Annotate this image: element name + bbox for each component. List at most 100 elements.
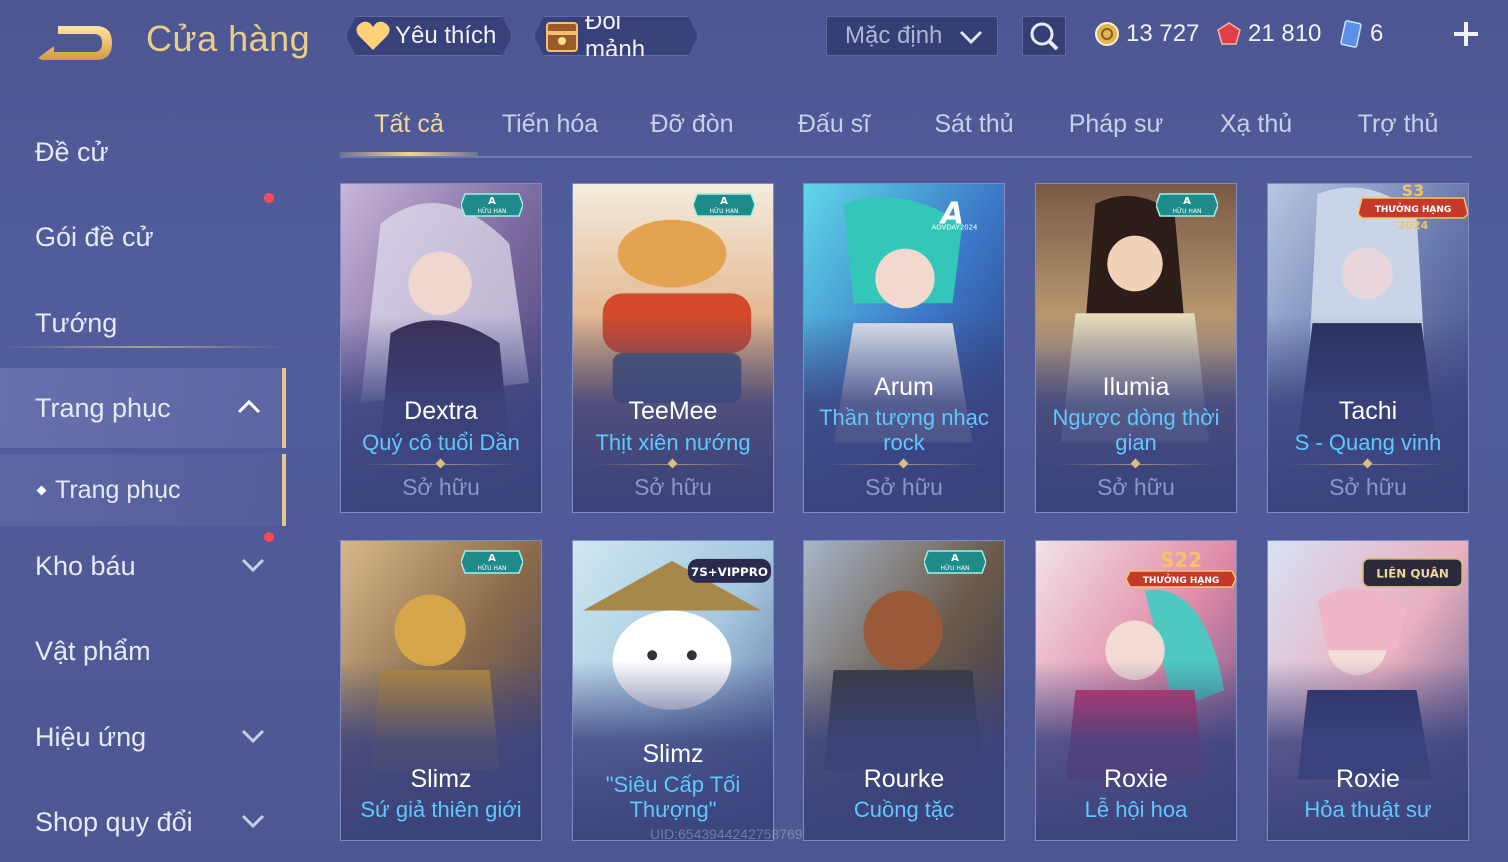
badge-label: HỮU HẠN — [477, 565, 506, 572]
skin-name: Hỏa thuật sư — [1304, 797, 1432, 822]
skin-card[interactable]: 7S+VIPPRO Slimz "Siêu Cấp Tối Thượng" — [572, 540, 774, 841]
skin-name: Thần tượng nhạc rock — [819, 405, 989, 455]
gem-amount: 21 810 — [1248, 20, 1322, 47]
hero-name: Tachi — [1338, 397, 1398, 425]
gold-amount: 13 727 — [1126, 20, 1200, 47]
skin-card[interactable]: A HỮU HẠN Dextra Quý cô tuổi Dần Sở hữu — [340, 183, 542, 513]
uid-watermark: UID:6543944242758769 — [650, 826, 803, 842]
sidebar-item-skins[interactable]: Trang phục — [0, 368, 286, 448]
divider — [361, 464, 521, 465]
skin-card[interactable]: A HỮU HẠN TeeMee Thịt xiên nướng Sở hữu — [572, 183, 774, 513]
tab-evolution[interactable]: Tiến hóa — [480, 110, 620, 139]
sidebar-item-label: Vật phẩm — [35, 635, 151, 666]
chevron-down-icon — [241, 729, 265, 744]
tab-marksman[interactable]: Xạ thủ — [1186, 110, 1326, 139]
sidebar-item-label: Tướng — [35, 307, 118, 338]
skin-name: Sứ giả thiên giới — [360, 797, 522, 822]
sort-value: Mặc định — [845, 22, 943, 49]
season-rank-badge-icon: S3 THƯỞNG HẠNG 2024 — [1358, 184, 1468, 232]
sidebar-item-recommended-packs[interactable]: Gói đề cử — [0, 193, 286, 277]
hero-name: Dextra — [404, 397, 478, 425]
page-title: Cửa hàng — [146, 18, 311, 59]
card-currency: 6 — [1338, 18, 1383, 50]
active-tab-indicator — [340, 152, 478, 156]
skin-card[interactable]: A HỮU HẠN Rourke Cuồng tặc — [803, 540, 1005, 841]
skin-name: Quý cô tuổi Dần — [362, 430, 520, 455]
red-gem-icon — [1217, 22, 1241, 45]
hero-name: Arum — [874, 373, 934, 401]
divider — [1056, 464, 1216, 465]
badge-letter: A — [488, 196, 496, 207]
badge-label: HỮU HẠN — [940, 565, 969, 572]
tab-fighter[interactable]: Đấu sĩ — [764, 110, 904, 139]
skin-card[interactable]: S22 THƯỞNG HẠNG Roxie Lễ hội hoa — [1035, 540, 1237, 841]
chevron-up-icon — [237, 399, 261, 414]
badge-label: LIÊN QUÂN — [1376, 566, 1449, 581]
skin-card[interactable]: A HỮU HẠN Ilumia Ngược dòng thời gian Sở… — [1035, 183, 1237, 513]
badge-label: HỮU HẠN — [477, 208, 506, 215]
divider — [1288, 464, 1448, 465]
badge-label: AOVDAY2024 — [932, 224, 979, 232]
favorites-button[interactable]: Yêu thích — [346, 16, 512, 56]
sidebar-item-items[interactable]: Vật phẩm — [0, 611, 286, 691]
owned-status: Sở hữu — [865, 474, 943, 500]
sidebar-item-exchange-shop[interactable]: Shop quy đổi — [0, 782, 286, 862]
hero-name: Roxie — [1336, 765, 1400, 793]
plus-icon — [1454, 22, 1478, 46]
divider — [0, 346, 286, 348]
skin-name: "Siêu Cấp Tối Thượng" — [605, 772, 741, 822]
limited-badge-icon: A HỮU HẠN — [461, 193, 523, 217]
sidebar-item-effects[interactable]: Hiệu ứng — [0, 697, 286, 777]
sidebar-item-label: Hiệu ứng — [35, 721, 147, 752]
season-rank-badge-icon: S22 THƯỞNG HẠNG — [1126, 548, 1236, 588]
badge-label: 7S+VIPPRO — [691, 565, 768, 579]
owned-status: Sở hữu — [1329, 474, 1407, 500]
badge-letter: A — [951, 553, 959, 564]
sidebar-item-recommended[interactable]: Đề cử — [0, 112, 286, 192]
skin-card[interactable]: LIÊN QUÂN Roxie Hỏa thuật sư — [1267, 540, 1469, 841]
tab-mage[interactable]: Pháp sư — [1046, 110, 1186, 139]
card-amount: 6 — [1370, 20, 1384, 47]
back-button[interactable] — [36, 22, 114, 64]
tab-all[interactable]: Tất cả — [340, 110, 478, 139]
back-arrow-icon — [38, 26, 112, 60]
favorites-label: Yêu thích — [395, 22, 497, 49]
tab-assassin[interactable]: Sát thủ — [904, 110, 1044, 139]
sidebar: Đề cử Gói đề cử Tướng Trang phục Trang p… — [0, 104, 286, 841]
limited-badge-icon: A HỮU HẠN — [924, 550, 986, 574]
badge-label: HỮU HẠN — [1172, 208, 1201, 215]
shard-exchange-button[interactable]: Đổi mảnh — [534, 16, 698, 56]
search-button[interactable] — [1022, 16, 1066, 56]
skin-card[interactable]: A HỮU HẠN Slimz Sứ giả thiên giới — [340, 540, 542, 841]
skin-name: Ngược dòng thời gian — [1052, 405, 1220, 455]
notification-dot — [264, 193, 274, 203]
sidebar-item-label: Gói đề cử — [35, 221, 154, 252]
divider — [593, 464, 753, 465]
skin-name: Cuồng tặc — [853, 797, 955, 822]
badge-label: HỮU HẠN — [709, 208, 738, 215]
topup-button[interactable] — [1448, 16, 1484, 52]
badge-letter: A — [720, 196, 728, 207]
sidebar-item-heroes[interactable]: Tướng — [0, 283, 286, 363]
tab-support[interactable]: Trợ thủ — [1328, 110, 1468, 139]
chevron-down-icon — [241, 558, 265, 573]
chevron-down-icon — [241, 814, 265, 829]
sidebar-subitem-skins[interactable]: Trang phục — [0, 454, 286, 526]
gem-currency: 21 810 — [1216, 18, 1321, 50]
sidebar-item-label: Đề cử — [35, 136, 109, 167]
sidebar-item-treasure[interactable]: Kho báu — [0, 526, 286, 606]
badge-letter: A — [488, 553, 496, 564]
limited-badge-icon: A HỮU HẠN — [693, 193, 755, 217]
tab-tank[interactable]: Đỡ đòn — [622, 110, 762, 139]
skin-card[interactable]: S3 THƯỞNG HẠNG 2024 Tachi S - Quang vinh… — [1267, 183, 1469, 513]
sidebar-item-label: Kho báu — [35, 550, 136, 581]
badge-letter: S22 — [1160, 548, 1202, 572]
owned-status: Sở hữu — [634, 474, 712, 500]
hero-name: TeeMee — [628, 397, 718, 425]
skin-card[interactable]: A AOVDAY2024 Arum Thần tượng nhạc rock S… — [803, 183, 1005, 513]
limited-badge-icon: A HỮU HẠN — [461, 550, 523, 574]
skin-name: S - Quang vinh — [1294, 430, 1442, 455]
badge-letter: S3 — [1402, 184, 1425, 200]
sort-dropdown[interactable]: Mặc định — [826, 16, 998, 56]
skin-name: Thịt xiên nướng — [595, 430, 751, 455]
